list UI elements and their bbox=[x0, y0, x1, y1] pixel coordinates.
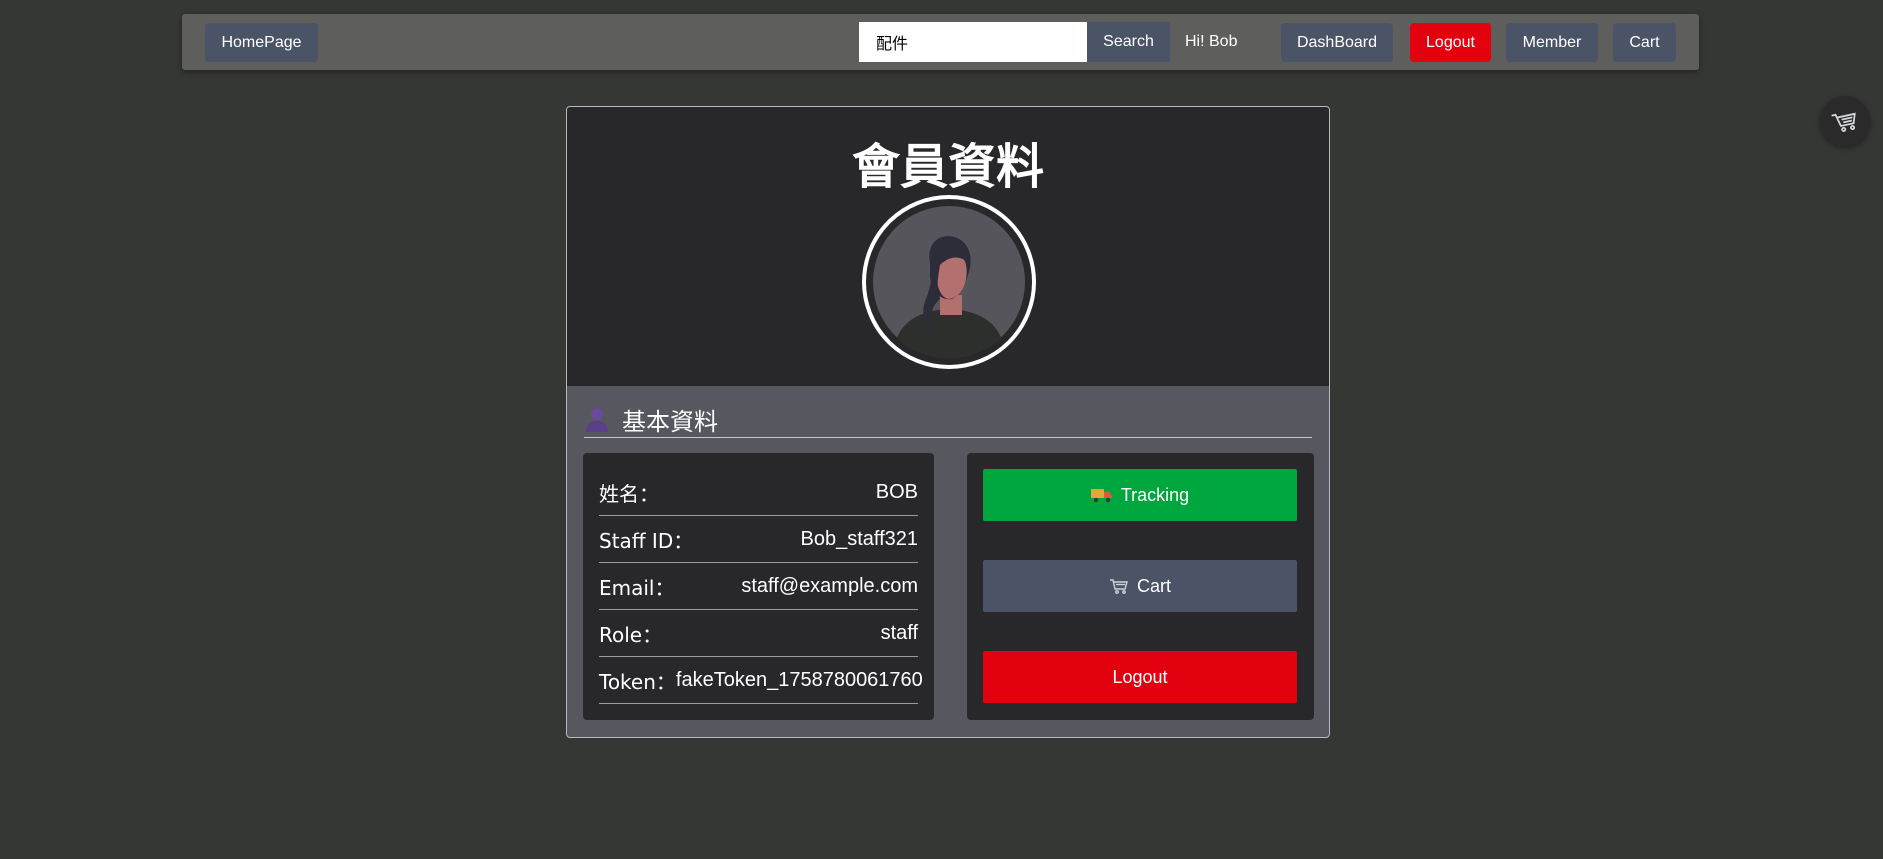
basic-info-section-title: 基本資料 bbox=[584, 403, 718, 436]
field-value: staff@example.com bbox=[741, 574, 918, 597]
logout-action-button[interactable]: Logout bbox=[983, 651, 1297, 703]
profile-header: 會員資料 bbox=[567, 107, 1329, 386]
cart-icon bbox=[1109, 578, 1129, 594]
logout-button[interactable]: Logout bbox=[1410, 23, 1491, 62]
homepage-button[interactable]: HomePage bbox=[205, 23, 318, 62]
member-profile-card: 會員資料 基本資料 姓名： BOB Staff ID： Bob_staff321… bbox=[566, 106, 1330, 738]
tracking-label: Tracking bbox=[1120, 484, 1190, 505]
cart-button[interactable]: Cart bbox=[1613, 23, 1676, 62]
field-value: Bob_staff321 bbox=[800, 527, 918, 550]
avatar bbox=[862, 195, 1036, 369]
info-row-name: 姓名： BOB bbox=[599, 469, 918, 516]
section-divider bbox=[584, 437, 1312, 438]
info-row-token: Token： fakeToken_1758780061760 bbox=[599, 657, 923, 704]
info-row-role: Role： staff bbox=[599, 610, 918, 657]
greeting-text: Hi! Bob bbox=[1185, 33, 1238, 50]
action-panel: Tracking Cart Logout bbox=[967, 453, 1314, 720]
field-label: Email： bbox=[599, 575, 675, 600]
dashboard-button[interactable]: DashBoard bbox=[1281, 23, 1393, 62]
section-title-text: 基本資料 bbox=[622, 407, 718, 436]
info-row-staff-id: Staff ID： Bob_staff321 bbox=[599, 516, 918, 563]
truck-icon bbox=[1090, 487, 1113, 503]
top-navbar: HomePage Search Hi! Bob DashBoard Logout… bbox=[182, 14, 1699, 70]
info-panel: 姓名： BOB Staff ID： Bob_staff321 Email： st… bbox=[583, 453, 934, 720]
member-button[interactable]: Member bbox=[1506, 23, 1598, 62]
search-input[interactable] bbox=[859, 22, 1087, 62]
field-label: Role： bbox=[599, 622, 663, 647]
person-icon bbox=[586, 408, 608, 432]
info-row-email: Email： staff@example.com bbox=[599, 563, 918, 610]
tracking-button[interactable]: Tracking bbox=[983, 469, 1297, 521]
page-title: 會員資料 bbox=[851, 139, 1044, 195]
field-label: Staff ID： bbox=[599, 528, 694, 553]
field-value: fakeToken_1758780061760 bbox=[675, 668, 923, 691]
floating-cart-button[interactable] bbox=[1820, 96, 1870, 146]
field-value: BOB bbox=[875, 480, 918, 503]
field-label: 姓名： bbox=[599, 481, 659, 506]
search-button[interactable]: Search bbox=[1087, 22, 1170, 62]
cart-icon bbox=[1831, 112, 1856, 132]
user-avatar-icon bbox=[873, 206, 1025, 358]
cart-action-button[interactable]: Cart bbox=[983, 560, 1297, 612]
field-label: Token： bbox=[599, 669, 676, 694]
field-value: staff bbox=[880, 621, 918, 644]
logout-action-label: Logout bbox=[1112, 666, 1168, 687]
cart-action-label: Cart bbox=[1136, 575, 1171, 596]
